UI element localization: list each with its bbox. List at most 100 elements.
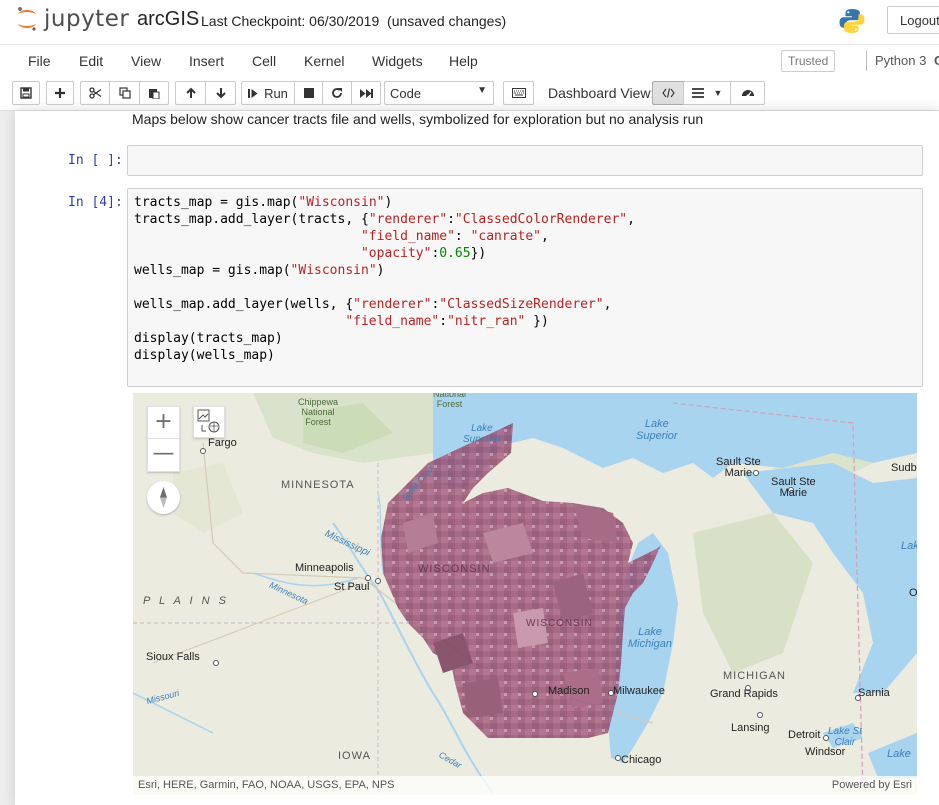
map-label-lake-right: Lake <box>901 540 917 552</box>
code-cell-source[interactable]: tracts_map = gis.map("Wisconsin") tracts… <box>134 194 635 364</box>
run-icon <box>248 88 258 98</box>
kernel-indicator: C <box>934 53 939 68</box>
map-label-sudbury: Sudb <box>891 462 917 474</box>
map-label-lake-superior-small: Lake Superior <box>463 423 501 445</box>
map-label-minneapolis: Minneapolis <box>295 562 354 574</box>
save-icon <box>20 87 32 99</box>
map-label-st-paul: St Paul <box>334 581 370 593</box>
menu-insert[interactable]: Insert <box>189 53 224 69</box>
attribution-text: Esri, HERE, Garmin, FAO, NOAA, USGS, EPA… <box>138 779 395 791</box>
checkpoint-status: Last Checkpoint: 06/30/2019 (unsaved cha… <box>201 13 506 29</box>
map-label-wisconsin: WISCONSIN <box>418 563 491 575</box>
map-label-grand-rapids: Grand Rapids <box>710 688 778 700</box>
zoom-in-button[interactable]: + <box>148 407 179 439</box>
run-button[interactable]: Run <box>241 81 295 105</box>
cut-button[interactable] <box>80 81 110 105</box>
code-cell-prompt: In [4]: <box>68 195 123 210</box>
jupyter-wordmark: jupyter <box>44 6 130 32</box>
map-label-lake-st-clair: Lake St Clair <box>828 726 862 748</box>
map-attribution: Esri, HERE, Garmin, FAO, NOAA, USGS, EPA… <box>133 776 917 795</box>
paste-button[interactable] <box>139 81 169 105</box>
cut-icon <box>88 87 101 99</box>
compass-icon <box>160 487 167 508</box>
copy-button[interactable] <box>109 81 140 105</box>
restart-icon <box>332 88 342 98</box>
header: jupyter arcGIS Last Checkpoint: 06/30/20… <box>0 0 939 44</box>
map-label-windsor: Windsor <box>805 746 846 758</box>
compass-button[interactable] <box>147 481 180 514</box>
restart-run-all-button[interactable] <box>351 81 381 105</box>
map-label-sault-ste-marie-2: Sault Ste Marie <box>771 476 816 499</box>
map-label-madison: Madison <box>548 685 590 697</box>
menu-edit[interactable]: Edit <box>79 53 103 69</box>
map-widget[interactable]: Chippewa National Forest National Forest Fa… <box>133 393 917 795</box>
zoom-out-button[interactable]: — <box>148 439 179 471</box>
python-logo-icon <box>838 7 866 40</box>
map-label-sarnia: Sarnia <box>858 687 890 699</box>
notebook-name[interactable]: arcGIS <box>137 8 199 31</box>
notebook-view-button[interactable] <box>652 81 684 105</box>
paste-icon <box>149 89 160 99</box>
map-label-iowa: IOWA <box>338 750 371 762</box>
map-label-o-edge: O <box>909 587 917 599</box>
kernel-separator <box>866 51 867 71</box>
checkpoint-text: Last Checkpoint: 06/30/2019 <box>201 13 380 29</box>
map-label-sioux-falls: Sioux Falls <box>146 651 200 663</box>
move-up-button[interactable] <box>175 81 206 105</box>
cell-type-value: Code <box>390 86 422 101</box>
toolbar: Run Code ▼ Dashboard View: ▼ <box>0 76 939 111</box>
menu-kernel[interactable]: Kernel <box>304 53 344 69</box>
command-palette-button[interactable] <box>503 81 534 105</box>
menu-file[interactable]: File <box>28 53 51 69</box>
menubar: File Edit View Insert Cell Kernel Widget… <box>0 44 939 76</box>
menu-widgets[interactable]: Widgets <box>372 53 423 69</box>
empty-code-cell[interactable] <box>127 145 923 176</box>
save-button[interactable] <box>12 81 40 105</box>
dashboard-preview-button[interactable] <box>730 81 765 105</box>
map-label-fargo: Fargo <box>208 437 237 449</box>
autosave-status: (unsaved changes) <box>387 13 507 29</box>
basemap-toggle-button[interactable] <box>193 406 225 438</box>
cell-type-select[interactable]: Code ▼ <box>384 81 494 105</box>
menu-view[interactable]: View <box>131 53 161 69</box>
layout-caret-icon: ▼ <box>713 88 723 98</box>
map-label-national-forest: National Forest <box>433 393 467 409</box>
insert-cell-button[interactable] <box>46 81 74 105</box>
run-label: Run <box>264 85 288 101</box>
menu-help[interactable]: Help <box>449 53 478 69</box>
map-label-lake-michigan: Lake Michigan <box>628 626 673 650</box>
map-label-milwaukee: Milwaukee <box>613 685 665 697</box>
powered-by-esri-link[interactable]: Powered by Esri <box>832 779 912 791</box>
logout-button[interactable]: Logout <box>887 6 939 34</box>
restart-button[interactable] <box>322 81 352 105</box>
zoom-control: + — <box>147 406 180 472</box>
arrow-down-icon <box>215 88 226 99</box>
empty-cell-prompt: In [ ]: <box>68 153 123 168</box>
map-label-detroit: Detroit <box>788 729 821 741</box>
jupyter-logo[interactable]: jupyter <box>16 6 129 32</box>
trusted-indicator[interactable]: Trusted <box>781 50 836 72</box>
interrupt-button[interactable] <box>294 81 323 105</box>
jupyter-logo-icon <box>16 6 38 32</box>
basemap-toggle-icon <box>197 409 220 433</box>
code-icon <box>661 88 675 98</box>
fast-forward-icon <box>359 88 373 98</box>
move-down-button[interactable] <box>205 81 236 105</box>
dashboard-view-label: Dashboard View: <box>548 85 655 101</box>
arrow-up-icon <box>185 87 196 98</box>
map-label-chippewa-forest: Chippewa National Forest <box>298 397 339 427</box>
menu-cell[interactable]: Cell <box>252 53 276 69</box>
dashboard-icon <box>741 90 754 98</box>
plus-icon <box>55 88 65 98</box>
map-label-wisconsin-river: WISCONSIN <box>526 618 593 629</box>
map-label-lansing: Lansing <box>731 722 770 734</box>
list-icon <box>691 88 704 98</box>
copy-icon <box>118 87 131 99</box>
map-label-lake-superior: Lake Superior <box>636 418 678 442</box>
keyboard-icon <box>511 88 526 98</box>
map-label-michigan: MICHIGAN <box>723 670 786 682</box>
select-caret-icon: ▼ <box>477 85 487 96</box>
map-label-sault-ste-marie-1: Sault Ste Marie <box>716 456 761 479</box>
map-label-lake-bottom: Lake <box>887 748 911 760</box>
grid-layout-button[interactable]: ▼ <box>683 81 731 105</box>
